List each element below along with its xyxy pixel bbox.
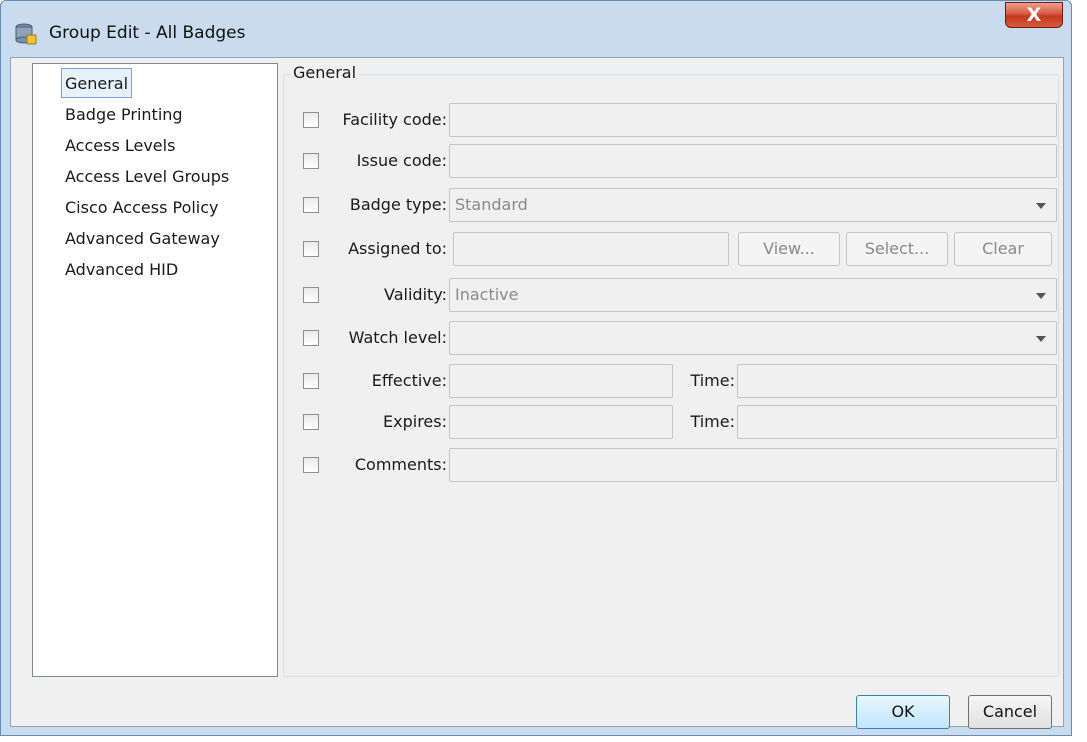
- assigned-to-input[interactable]: [453, 232, 729, 266]
- effective-time-label: Time:: [690, 371, 735, 390]
- validity-select[interactable]: Inactive: [449, 278, 1057, 312]
- chevron-down-icon: [1036, 203, 1046, 209]
- expires-checkbox[interactable]: [303, 414, 319, 430]
- dialog-window: Group Edit - All Badges X General Badge …: [0, 0, 1072, 736]
- comments-checkbox[interactable]: [303, 457, 319, 473]
- issue-code-label: Issue code:: [356, 151, 447, 170]
- facility-code-input[interactable]: [449, 103, 1057, 137]
- nav-item-badge-printing[interactable]: Badge Printing: [65, 101, 183, 129]
- badge-type-label: Badge type:: [349, 195, 447, 214]
- close-button[interactable]: X: [1005, 2, 1063, 28]
- effective-time-input[interactable]: [737, 364, 1057, 398]
- window-title: Group Edit - All Badges: [49, 23, 246, 43]
- clear-button[interactable]: Clear: [954, 232, 1052, 266]
- nav-item-access-levels[interactable]: Access Levels: [65, 132, 175, 160]
- nav-item-advanced-gateway[interactable]: Advanced Gateway: [65, 225, 220, 253]
- dialog-client: General Badge Printing Access Levels Acc…: [10, 57, 1064, 729]
- nav-item-access-level-groups[interactable]: Access Level Groups: [65, 163, 229, 191]
- issue-code-input[interactable]: [449, 144, 1057, 178]
- effective-checkbox[interactable]: [303, 373, 319, 389]
- groupbox-title: General: [291, 63, 359, 82]
- badge-type-checkbox[interactable]: [303, 197, 319, 213]
- select-button[interactable]: Select...: [846, 232, 948, 266]
- assigned-to-label: Assigned to:: [348, 239, 447, 258]
- validity-checkbox[interactable]: [303, 287, 319, 303]
- badge-type-select[interactable]: Standard: [449, 188, 1057, 222]
- view-button[interactable]: View...: [738, 232, 840, 266]
- database-icon: [15, 23, 37, 45]
- facility-code-label: Facility code:: [342, 110, 447, 129]
- comments-input[interactable]: [449, 448, 1057, 482]
- effective-label: Effective:: [371, 371, 447, 390]
- watch-level-select[interactable]: [449, 321, 1057, 355]
- validity-label: Validity:: [384, 285, 447, 304]
- ok-button[interactable]: OK: [856, 695, 950, 729]
- effective-date-input[interactable]: [449, 364, 673, 398]
- validity-value: Inactive: [455, 285, 519, 304]
- category-list[interactable]: General Badge Printing Access Levels Acc…: [32, 63, 278, 677]
- nav-item-general[interactable]: General: [61, 68, 133, 98]
- issue-code-checkbox[interactable]: [303, 153, 319, 169]
- assigned-to-checkbox[interactable]: [303, 241, 319, 257]
- facility-code-checkbox[interactable]: [303, 112, 319, 128]
- watch-level-checkbox[interactable]: [303, 330, 319, 346]
- cancel-button[interactable]: Cancel: [968, 695, 1052, 729]
- title-bar[interactable]: Group Edit - All Badges X: [1, 1, 1071, 57]
- expires-date-input[interactable]: [449, 405, 673, 439]
- watch-level-label: Watch level:: [348, 328, 447, 347]
- expires-time-input[interactable]: [737, 405, 1057, 439]
- nav-item-advanced-hid[interactable]: Advanced HID: [65, 256, 178, 284]
- chevron-down-icon: [1036, 336, 1046, 342]
- badge-type-value: Standard: [455, 195, 528, 214]
- expires-time-label: Time:: [690, 412, 735, 431]
- expires-label: Expires:: [383, 412, 447, 431]
- comments-label: Comments:: [354, 455, 447, 474]
- chevron-down-icon: [1036, 293, 1046, 299]
- nav-item-cisco-access-policy[interactable]: Cisco Access Policy: [65, 194, 219, 222]
